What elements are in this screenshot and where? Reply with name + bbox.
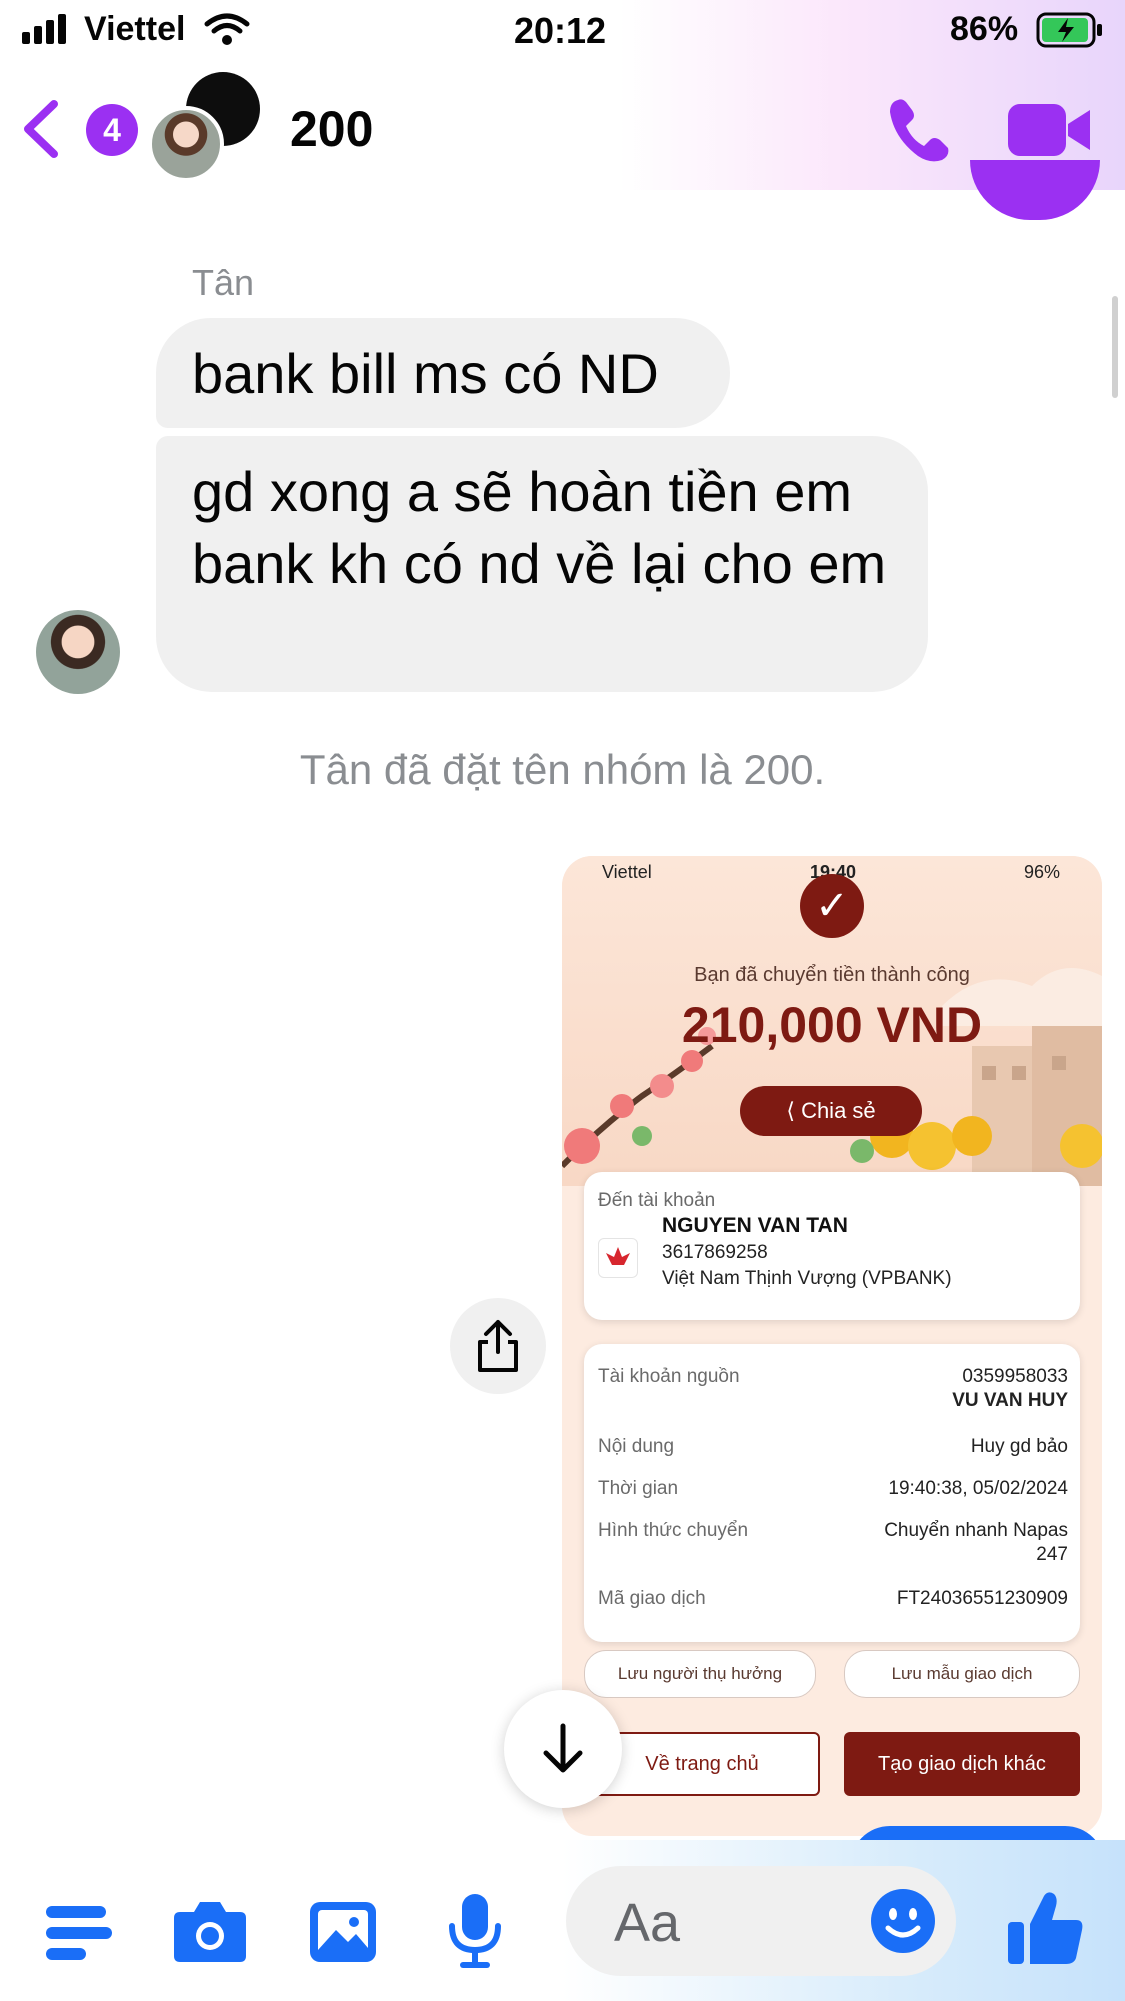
battery-icon: [1036, 12, 1102, 48]
detail-value: VU VAN HUY: [952, 1390, 1068, 1411]
transfer-amount: 210,000 VND: [681, 997, 983, 1053]
detail-label: Tài khoản nguồn: [598, 1366, 740, 1387]
success-message: Bạn đã chuyển tiền thành công: [694, 964, 970, 986]
recipient-bank: Việt Nam Thịnh Vượng (VPBANK): [662, 1268, 952, 1289]
phone-icon[interactable]: [884, 94, 956, 166]
shared-receipt-image[interactable]: Viettel 19:40 96% ✓ Bạn đã chuyển tiền t…: [562, 856, 1102, 1836]
forward-button[interactable]: [450, 1298, 546, 1394]
message-bubble[interactable]: gd xong a sẽ hoàn tiền em bank kh có nd …: [156, 436, 928, 692]
receipt-carrier: Viettel: [602, 862, 652, 882]
group-avatar-primary[interactable]: [148, 106, 224, 182]
share-label: Chia sẻ: [801, 1098, 876, 1123]
save-payee-button: Lưu người thụ hưởng: [584, 1650, 816, 1698]
detail-label: Mã giao dịch: [598, 1588, 706, 1609]
carrier-name: Viettel: [84, 10, 186, 48]
clock: 20:12: [514, 10, 607, 51]
previous-message-bubble[interactable]: [970, 160, 1100, 220]
checkmark-icon: ✓: [800, 874, 864, 938]
image-icon[interactable]: [308, 1898, 378, 1964]
detail-label: Thời gian: [598, 1478, 679, 1499]
recipient-account: 3617869258: [662, 1242, 768, 1263]
back-button[interactable]: 4: [20, 98, 138, 160]
arrow-down-icon: [543, 1723, 583, 1773]
save-template-button: Lưu mẫu giao dịch: [844, 1650, 1080, 1698]
message-composer: Aa: [0, 1840, 1125, 2001]
battery-percentage: 86%: [950, 10, 1019, 48]
detail-value: 19:40:38, 05/02/2024: [888, 1478, 1068, 1499]
thumbs-up-icon[interactable]: [1006, 1888, 1086, 1968]
camera-icon[interactable]: [172, 1898, 248, 1964]
share-receipt-button: ⟨ Chia sẻ: [740, 1086, 922, 1136]
transaction-details-card: Tài khoản nguồn 0359958033 VU VAN HUY Nộ…: [584, 1344, 1080, 1642]
message-bubble[interactable]: bank bill ms có ND: [156, 318, 730, 428]
bank-logo-icon: [598, 1238, 638, 1278]
detail-value: FT24036551230909: [896, 1588, 1068, 1609]
wifi-icon: [204, 13, 250, 45]
microphone-icon[interactable]: [446, 1892, 504, 1970]
recipient-label: Đến tài khoản: [598, 1190, 716, 1211]
status-bar: Viettel 20:12 86%: [0, 0, 1125, 64]
detail-value: Chuyển nhanh Napas: [884, 1520, 1068, 1541]
sender-name: Tân: [192, 262, 255, 303]
unread-count-badge: 4: [86, 104, 138, 156]
back-chevron-icon: [24, 100, 58, 158]
share-icon: ⟨: [786, 1098, 795, 1123]
detail-value: 247: [1036, 1544, 1068, 1565]
message-input[interactable]: Aa: [566, 1866, 956, 1976]
emoji-icon[interactable]: [870, 1888, 936, 1954]
group-title[interactable]: 200: [290, 100, 373, 158]
system-message: Tân đã đặt tên nhóm là 200.: [299, 746, 826, 793]
receipt-battery: 96%: [1024, 862, 1061, 882]
sender-avatar[interactable]: [36, 610, 120, 694]
new-transaction-button: Tạo giao dịch khác: [844, 1732, 1080, 1796]
detail-label: Hình thức chuyển: [598, 1520, 749, 1541]
scroll-to-bottom-button[interactable]: [504, 1690, 622, 1808]
video-camera-icon[interactable]: [1008, 98, 1092, 162]
menu-icon[interactable]: [46, 1902, 112, 1964]
recipient-card: Đến tài khoản NGUYEN VAN TAN 3617869258 …: [584, 1172, 1080, 1320]
recipient-name: NGUYEN VAN TAN: [662, 1214, 848, 1237]
scrollbar[interactable]: [1112, 296, 1118, 398]
conversation-header: Viettel 20:12 86% 4 200: [0, 0, 1125, 190]
nav-row: 4 200: [0, 64, 1125, 190]
message-input-placeholder: Aa: [614, 1893, 681, 1953]
detail-value: Huy gd bảo: [970, 1436, 1068, 1457]
share-icon: [478, 1320, 518, 1372]
detail-value: 0359958033: [962, 1366, 1068, 1387]
detail-label: Nội dung: [598, 1436, 675, 1457]
